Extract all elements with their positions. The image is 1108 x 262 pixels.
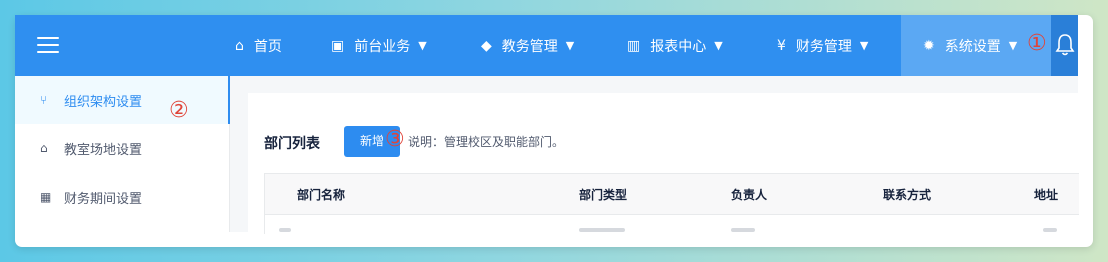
graduation-cap-icon: ◆ [481, 37, 492, 54]
chevron-down-icon: ▼ [418, 39, 427, 52]
chevron-down-icon: ▼ [1008, 39, 1018, 52]
table-header: 部门名称 部门类型 负责人 联系方式 地址 [264, 173, 1079, 215]
table-cell [731, 228, 755, 232]
gear-icon: ✹ [923, 37, 935, 54]
nav-item-academic[interactable]: ◆ 教务管理 ▼ [481, 15, 574, 76]
yen-icon: ¥ [777, 37, 786, 54]
page-title: 部门列表 [264, 136, 320, 152]
annotation-marker-3: ③ [385, 127, 405, 152]
chevron-down-icon: ▼ [859, 39, 869, 52]
nav-label: 报表中心 [650, 38, 707, 55]
sidebar-item-finance-period[interactable]: ▦ 财务期间设置 [15, 173, 229, 221]
sidebar: ⑂ 组织架构设置 ⌂ 教室场地设置 ▦ 财务期间设置 [15, 76, 230, 232]
column-header[interactable]: 部门类型 [579, 186, 627, 203]
home-icon: ⌂ [40, 141, 48, 155]
top-navbar: ⌂ 首页 ▣ 前台业务 ▼ ◆ 教务管理 ▼ ▥ 报表中心 ▼ ¥ 财务管理 ▼… [15, 15, 1078, 76]
monitor-icon: ▣ [331, 37, 345, 54]
nav-label: 财务管理 [795, 38, 852, 55]
nav-label: 前台业务 [354, 38, 411, 55]
nav-item-home[interactable]: ⌂ 首页 [235, 15, 282, 76]
column-header[interactable]: 地址 [1034, 186, 1058, 203]
content-area: 部门列表 新增 说明：管理校区及职能部门。 部门名称 部门类型 负责人 联系方式… [230, 76, 1079, 234]
page-description: 说明：管理校区及职能部门。 [408, 135, 565, 149]
home-icon: ⌂ [235, 37, 244, 54]
nav-item-frontdesk[interactable]: ▣ 前台业务 ▼ [331, 15, 427, 76]
nav-item-finance[interactable]: ¥ 财务管理 ▼ [777, 15, 868, 76]
notification-button[interactable] [1051, 15, 1078, 76]
nav-label: 首页 [253, 38, 282, 55]
sidebar-item-classroom[interactable]: ⌂ 教室场地设置 [15, 124, 229, 172]
table-cell [279, 228, 291, 232]
nav-item-reports[interactable]: ▥ 报表中心 ▼ [627, 15, 723, 76]
chevron-down-icon: ▼ [565, 39, 575, 52]
sidebar-item-org-structure[interactable]: ⑂ 组织架构设置 [15, 76, 230, 124]
bar-chart-icon: ▥ [627, 37, 641, 54]
column-header[interactable]: 负责人 [731, 186, 767, 203]
sidebar-item-label: 教室场地设置 [64, 142, 143, 158]
nav-label: 教务管理 [501, 38, 558, 55]
table-cell [579, 228, 625, 232]
calendar-icon: ▦ [40, 190, 52, 204]
column-header[interactable]: 部门名称 [297, 186, 345, 203]
chevron-down-icon: ▼ [714, 39, 723, 52]
sidebar-item-label: 财务期间设置 [64, 191, 143, 207]
column-header[interactable]: 联系方式 [883, 186, 931, 203]
nav-label: 系统设置 [944, 38, 1001, 55]
bell-icon [1055, 34, 1075, 56]
table-cell [1043, 228, 1057, 232]
department-panel: 部门列表 新增 说明：管理校区及职能部门。 部门名称 部门类型 负责人 联系方式… [248, 93, 1079, 234]
menu-toggle-icon[interactable] [37, 37, 59, 53]
annotation-marker-1: ① [1027, 31, 1047, 56]
sidebar-item-label: 组织架构设置 [64, 94, 143, 110]
annotation-marker-2: ② [169, 98, 189, 123]
table-row[interactable] [264, 214, 1079, 234]
org-tree-icon: ⑂ [40, 93, 48, 107]
